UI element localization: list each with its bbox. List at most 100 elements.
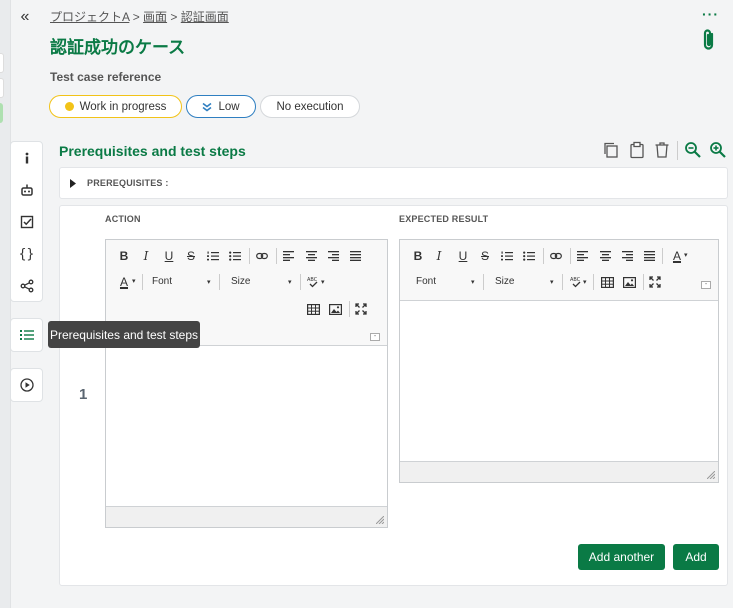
page-title: 認証成功のケース [50, 38, 186, 58]
importance-pill[interactable]: Low [186, 95, 256, 118]
align-left-icon [576, 251, 588, 261]
justify-icon [349, 251, 361, 261]
double-chevron-down-icon [202, 102, 212, 111]
toolbar-separator [249, 248, 250, 264]
status-pill[interactable]: Work in progress [49, 95, 182, 118]
links-button[interactable] [11, 271, 42, 301]
chevron-down-icon: ▾ [288, 279, 292, 286]
italic-button[interactable]: I [137, 247, 155, 265]
align-right-icon [327, 251, 339, 261]
tooltip: Prerequisites and test steps [48, 321, 200, 348]
underline-button[interactable]: U [454, 247, 472, 265]
toolbar-divider [677, 141, 678, 160]
image-button[interactable] [326, 300, 344, 318]
bullet-list-button[interactable] [226, 247, 244, 265]
delete-button[interactable] [653, 141, 671, 159]
breadcrumb-auth-link[interactable]: 認証画面 [181, 10, 229, 24]
more-options-icon[interactable]: ··· [702, 6, 719, 22]
italic-button[interactable]: I [430, 247, 448, 265]
edge-tab[interactable] [0, 53, 4, 73]
share-nodes-icon [20, 279, 33, 293]
fullscreen-button[interactable] [646, 273, 664, 291]
maximize-icon [649, 276, 661, 288]
justify-button[interactable] [640, 247, 658, 265]
strikethrough-button[interactable]: S [476, 247, 494, 265]
side-nav-execution [10, 368, 43, 402]
expected-result-editor[interactable]: B I U S A ▾ Font ▾ Size ▾ ABC ▾ - [399, 239, 719, 483]
edge-tab[interactable] [0, 78, 4, 98]
expected-editor-toolbar: B I U S A ▾ Font ▾ Size ▾ ABC ▾ - [400, 240, 718, 301]
font-select[interactable]: Font [152, 276, 172, 287]
toolbar-separator [142, 274, 143, 290]
numbered-list-icon [207, 251, 219, 261]
robot-icon [20, 184, 33, 196]
size-select[interactable]: Size [231, 276, 250, 287]
align-right-button[interactable] [618, 247, 636, 265]
bold-button[interactable]: B [115, 247, 133, 265]
table-icon [306, 303, 320, 315]
justify-button[interactable] [346, 247, 364, 265]
test-case-reference[interactable]: Test case reference [50, 70, 161, 84]
spellcheck-icon: ABC [570, 277, 581, 288]
size-select[interactable]: Size [495, 276, 514, 287]
maximize-icon [355, 303, 367, 315]
underline-button[interactable]: U [160, 247, 178, 265]
bold-button[interactable]: B [409, 247, 427, 265]
info-button[interactable] [11, 143, 42, 173]
collapse-left-icon[interactable]: « [17, 8, 33, 26]
toolbar-separator [219, 274, 220, 290]
execution-pill[interactable]: No execution [260, 95, 360, 118]
align-left-button[interactable] [279, 247, 297, 265]
toolbar-collapse-button[interactable]: - [370, 333, 380, 341]
font-select[interactable]: Font [416, 276, 436, 287]
align-left-icon [282, 251, 294, 261]
chevron-down-icon[interactable]: ▾ [132, 277, 136, 285]
align-center-button[interactable] [302, 247, 320, 265]
status-label: Work in progress [79, 100, 167, 113]
chevron-down-icon[interactable]: ▾ [583, 278, 587, 286]
steps-button[interactable] [11, 320, 42, 350]
breadcrumb-screen-link[interactable]: 画面 [143, 10, 167, 24]
image-button[interactable] [620, 273, 638, 291]
add-another-button[interactable]: Add another [578, 544, 665, 570]
chevron-down-icon[interactable]: ▾ [684, 251, 688, 259]
align-left-button[interactable] [573, 247, 591, 265]
link-button[interactable] [547, 247, 565, 265]
align-right-button[interactable] [324, 247, 342, 265]
zoom-in-button[interactable] [709, 141, 727, 159]
align-right-icon [621, 251, 633, 261]
toolbar-separator [483, 274, 484, 290]
table-button[interactable] [598, 273, 616, 291]
numbered-list-button[interactable] [204, 247, 222, 265]
strikethrough-button[interactable]: S [182, 247, 200, 265]
execution-button[interactable] [11, 370, 42, 400]
text-color-button[interactable]: A [115, 273, 133, 291]
breadcrumb-separator: > [132, 10, 140, 24]
trash-icon [655, 142, 669, 158]
resize-grip-icon[interactable] [376, 516, 384, 524]
numbered-list-button[interactable] [498, 247, 516, 265]
link-button[interactable] [253, 247, 271, 265]
verification-button[interactable] [11, 207, 42, 237]
action-editor[interactable]: B I U S A ▾ Font ▾ Size ▾ ABC ▾ - [105, 239, 388, 528]
toolbar-separator [276, 248, 277, 264]
toolbar-separator [570, 248, 571, 264]
fullscreen-button[interactable] [352, 300, 370, 318]
edge-tab-active[interactable] [0, 103, 3, 123]
breadcrumb-project-link[interactable]: プロジェクトA [50, 10, 129, 24]
bullet-list-icon [229, 251, 241, 261]
table-button[interactable] [304, 300, 322, 318]
prerequisites-panel[interactable]: PREREQUISITES : [59, 167, 728, 199]
bullet-list-button[interactable] [520, 247, 538, 265]
paste-button[interactable] [628, 141, 646, 159]
resize-grip-icon[interactable] [707, 471, 715, 479]
attachment-button[interactable] [701, 28, 717, 57]
add-button[interactable]: Add [673, 544, 719, 570]
parameters-button[interactable]: {} [11, 239, 42, 269]
align-center-button[interactable] [596, 247, 614, 265]
toolbar-collapse-button[interactable]: - [701, 281, 711, 289]
chevron-down-icon[interactable]: ▾ [321, 278, 325, 286]
automation-button[interactable] [11, 175, 42, 205]
copy-button[interactable] [602, 141, 620, 159]
zoom-out-button[interactable] [684, 141, 702, 159]
